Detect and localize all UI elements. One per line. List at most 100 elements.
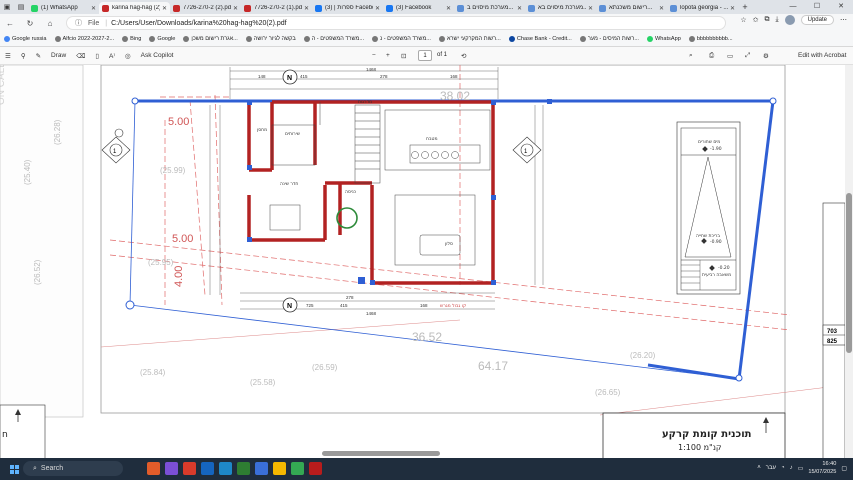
browser-tab[interactable]: (1) WhatsApp ✕ — [28, 2, 99, 14]
teams-icon[interactable] — [165, 462, 178, 475]
bookmark-item[interactable]: משרד המשפטים - ה... — [303, 36, 364, 42]
bookmark-item[interactable]: רשות המקרקעי ישרא... — [438, 36, 501, 42]
fullscreen-icon[interactable]: ⤢ — [740, 52, 755, 60]
bookmark-item[interactable]: בקשה לגיור ירושה — [245, 36, 296, 42]
vertical-scrollbar[interactable] — [845, 65, 853, 458]
chevron-up-icon[interactable]: ˄ — [757, 465, 761, 471]
browser-tab[interactable]: 7726-270-2 (2).pdf ✕ — [170, 2, 241, 14]
scroll-thumb[interactable] — [846, 193, 852, 353]
excel-icon[interactable] — [237, 462, 250, 475]
tab-close-icon[interactable]: ✕ — [446, 5, 451, 12]
bookmark-item[interactable]: Alfcio 2022-2027-2... — [54, 36, 114, 42]
bookmark-icon — [54, 36, 61, 42]
browser-tab[interactable]: רישום משכנתא... ✕ — [596, 2, 667, 14]
volume-icon[interactable]: ♪ — [790, 465, 793, 471]
downloads-icon[interactable]: ⤓ — [776, 16, 779, 24]
browser-tab[interactable]: מערכת מיסוים ב... ✕ — [454, 2, 525, 14]
new-tab-button[interactable]: + — [738, 2, 752, 12]
zoom-in-button[interactable]: + — [381, 52, 395, 59]
refresh-icon[interactable]: ↻ — [20, 19, 40, 28]
language-indicator[interactable]: עבר — [766, 465, 776, 471]
file-explorer-icon[interactable] — [273, 462, 286, 475]
tab-close-icon[interactable]: ✕ — [304, 5, 309, 12]
pdf-page: ON CALL — [0, 65, 845, 458]
search-pdf-icon[interactable]: ⌕ — [684, 52, 698, 60]
taskbar-search[interactable]: ⌕ Search — [23, 461, 123, 476]
menu-icon[interactable]: ⋯ — [840, 16, 847, 24]
chrome-icon[interactable] — [291, 462, 304, 475]
update-button[interactable]: Update — [800, 15, 834, 25]
tab-close-icon[interactable]: ✕ — [588, 5, 593, 12]
star-icon[interactable]: ☆ — [740, 16, 746, 24]
fit-page-icon[interactable]: ⊡ — [396, 52, 411, 60]
bookmark-item[interactable]: Bing — [122, 36, 141, 42]
copilot-icon[interactable]: ◎ — [120, 52, 136, 60]
eraser-icon[interactable]: ⌫ — [71, 52, 90, 60]
extensions-icon[interactable]: ⧉ — [765, 16, 770, 24]
contents-icon[interactable]: ☰ — [0, 52, 16, 60]
notification-icon[interactable]: ▢ — [841, 465, 847, 472]
profile-avatar[interactable] — [784, 15, 795, 25]
tab-close-icon[interactable]: ✕ — [659, 5, 664, 12]
pdf-viewer[interactable]: ON CALL — [0, 65, 853, 458]
app-icon[interactable] — [183, 462, 196, 475]
zoom-out-button[interactable]: − — [367, 52, 381, 59]
bookmark-item[interactable]: Chase Bank - Credit... — [508, 36, 572, 42]
edit-acrobat-button[interactable]: Edit with Acrobat — [793, 52, 851, 59]
windows-start-icon[interactable] — [10, 464, 19, 474]
tab-actions-icon[interactable]: ▣ — [0, 0, 14, 14]
section-marker-left: 1 — [101, 136, 131, 164]
page-number-input[interactable]: 1 — [418, 50, 432, 61]
back-icon[interactable]: ← — [0, 19, 20, 28]
read-aloud-icon[interactable]: A⁾ — [104, 52, 120, 60]
settings-icon[interactable]: ⚙ — [758, 52, 774, 60]
minimize-icon[interactable]: — — [781, 0, 805, 14]
tab-close-icon[interactable]: ✕ — [517, 5, 522, 12]
maximize-icon[interactable]: ☐ — [805, 0, 829, 14]
bookmark-item[interactable]: WhatsApp — [647, 36, 681, 42]
app-icon[interactable] — [147, 462, 160, 475]
clock[interactable]: 16:40 15/07/2025 — [808, 460, 836, 476]
bookmark-item[interactable]: Google — [149, 36, 175, 42]
bookmark-item[interactable]: Google russia — [4, 36, 47, 42]
favorites-icon[interactable]: ✩ — [753, 16, 759, 24]
browser-tab[interactable]: ספרות | (3) Facebook✕ — [312, 2, 383, 14]
close-window-icon[interactable]: ✕ — [829, 0, 853, 14]
outlook-icon[interactable] — [201, 462, 214, 475]
draw-icon[interactable]: ✎ — [31, 52, 46, 60]
tab-close-icon[interactable]: ✕ — [730, 5, 735, 12]
browser-tab[interactable]: lopota georgia - ... ✕ — [667, 2, 738, 14]
word-icon[interactable] — [255, 462, 268, 475]
tab-close-icon[interactable]: ✕ — [233, 5, 238, 12]
tab-close-icon[interactable]: ✕ — [375, 5, 380, 12]
wifi-icon[interactable]: ◔ — [781, 465, 785, 471]
browser-tab[interactable]: מערכת מיסוים בא...✕ — [525, 2, 596, 14]
save-icon[interactable]: ▭ — [722, 52, 738, 60]
filter-icon[interactable]: ⚲ — [16, 52, 31, 60]
browser-tab[interactable]: (3) Facebook ✕ — [383, 2, 454, 14]
acrobat-icon[interactable] — [309, 462, 322, 475]
print-icon[interactable]: ⎙ — [704, 52, 719, 60]
bookmark-item[interactable]: bbbbbbbbbb... — [688, 36, 733, 42]
browser-tab[interactable]: 7726-270-2 (1).pdf ✕ — [241, 2, 312, 14]
bookmark-icon — [688, 36, 695, 42]
home-icon[interactable]: ⌂ — [40, 19, 60, 28]
elev-right: 36.52 — [412, 330, 442, 344]
edge-icon[interactable] — [219, 462, 232, 475]
url-field[interactable]: ⓘ File | C:/Users/User/Downloads/karina%… — [66, 16, 726, 30]
ask-copilot-button[interactable]: Ask Copilot — [136, 52, 179, 59]
tab-list-icon[interactable]: ▤ — [14, 0, 28, 14]
rotate-icon[interactable]: ⟲ — [456, 52, 471, 60]
bookmark-item[interactable]: אגרת רישום משכן... — [183, 36, 238, 42]
bookmark-item[interactable]: משרד המשפטים - נ... — [372, 36, 431, 42]
browser-tab[interactable]: karina hag-hag (2).pdf✕ — [99, 2, 170, 14]
horizontal-scrollbar[interactable] — [322, 451, 440, 456]
ground-level: (25.84) — [140, 368, 166, 377]
tab-close-icon[interactable]: ✕ — [91, 5, 96, 12]
left-bottom-panel: ח — [0, 404, 46, 458]
battery-icon[interactable]: ▭ — [798, 465, 804, 472]
bookmark-item[interactable]: רשות המיסים - מער... — [579, 36, 639, 42]
tab-close-icon[interactable]: ✕ — [162, 5, 167, 12]
draw-button[interactable]: Draw — [46, 52, 71, 59]
page-view-icon[interactable]: ▯ — [90, 52, 104, 60]
